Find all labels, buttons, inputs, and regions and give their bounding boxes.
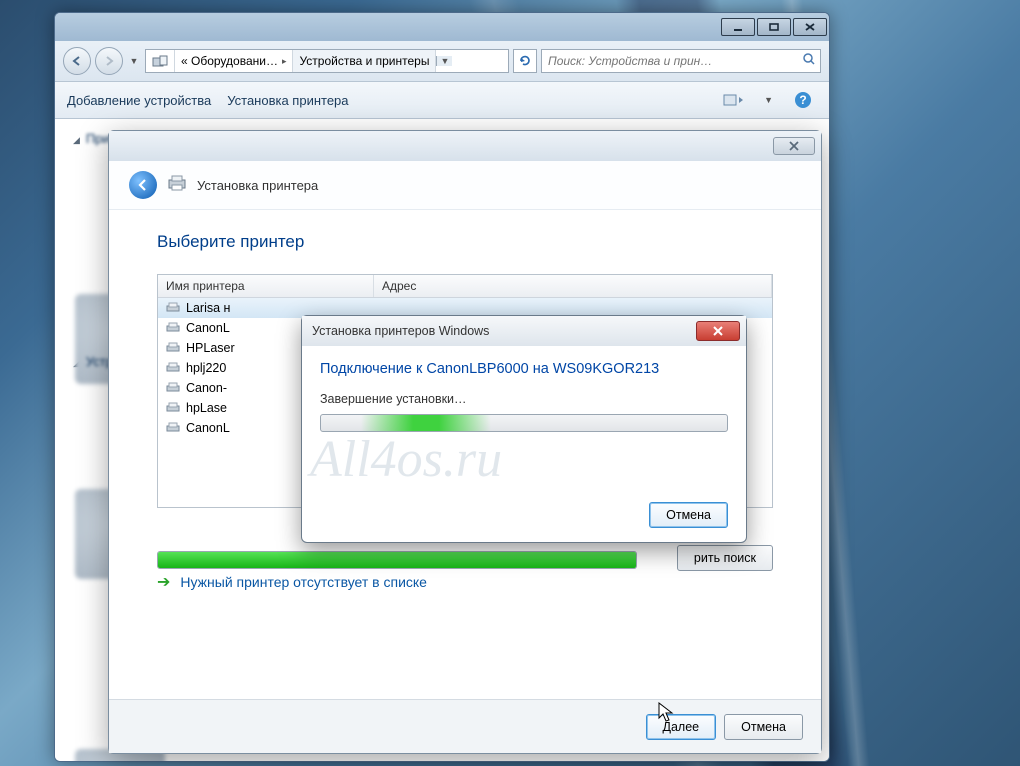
printer-name: CanonL <box>186 321 230 335</box>
link-label: Нужный принтер отсутствует в списке <box>180 574 427 590</box>
nav-back-button[interactable] <box>63 47 91 75</box>
breadcrumb-seg-2[interactable]: Устройства и принтеры <box>293 50 436 72</box>
printer-name: CanonL <box>186 421 230 435</box>
dialog-close-button[interactable] <box>696 321 740 341</box>
wizard-heading: Выберите принтер <box>157 232 773 252</box>
wizard-close-button[interactable] <box>773 137 815 155</box>
dialog-title: Установка принтеров Windows <box>312 324 696 338</box>
cancel-button[interactable]: Отмена <box>724 714 803 740</box>
printer-icon <box>167 174 187 197</box>
help-button[interactable]: ? <box>789 90 817 110</box>
printer-name: hpLase <box>186 401 227 415</box>
install-progress-dialog: Установка принтеров Windows Подключение … <box>301 315 747 543</box>
printer-name: HPLaser <box>186 341 235 355</box>
dialog-progress-bar <box>320 414 728 432</box>
button-label: рить поиск <box>694 551 756 565</box>
breadcrumb-dropdown[interactable]: ▼ <box>436 56 452 66</box>
breadcrumb-seg-1[interactable]: « Оборудовани…▸ <box>175 50 293 72</box>
minimize-button[interactable] <box>721 18 755 36</box>
search-progress-bar <box>157 551 637 569</box>
printer-name: Larisa н <box>186 301 230 315</box>
maximize-button[interactable] <box>757 18 791 36</box>
printer-small-icon <box>166 401 180 415</box>
button-label: Далее <box>663 720 700 734</box>
column-header-name[interactable]: Имя принтера <box>158 275 374 297</box>
wizard-titlebar[interactable] <box>109 131 821 161</box>
close-button[interactable] <box>793 18 827 36</box>
nav-forward-button[interactable] <box>95 47 123 75</box>
button-label: Отмена <box>666 508 711 522</box>
printer-small-icon <box>166 301 180 315</box>
nav-history-dropdown[interactable]: ▼ <box>127 47 141 75</box>
printer-not-listed-link[interactable]: ➔ Нужный принтер отсутствует в списке <box>157 572 773 592</box>
search-box[interactable] <box>541 49 821 73</box>
toolbar-add-device[interactable]: Добавление устройства <box>67 93 211 108</box>
printer-small-icon <box>166 341 180 355</box>
wizard-title: Установка принтера <box>197 178 318 193</box>
printer-small-icon <box>166 361 180 375</box>
refresh-button[interactable] <box>513 49 537 73</box>
next-button[interactable]: Далее <box>646 714 717 740</box>
view-options-button[interactable] <box>720 90 748 110</box>
breadcrumb: « Оборудовани…▸ Устройства и принтеры ▼ <box>145 49 509 73</box>
svg-text:?: ? <box>799 93 806 107</box>
toolbar-add-printer[interactable]: Установка принтера <box>227 93 348 108</box>
breadcrumb-label: « Оборудовани… <box>181 54 278 68</box>
breadcrumb-label: Устройства и принтеры <box>299 54 429 68</box>
printer-small-icon <box>166 421 180 435</box>
dialog-status: Завершение установки… <box>320 392 728 406</box>
column-header-address[interactable]: Адрес <box>374 275 772 297</box>
button-label: Отмена <box>741 720 786 734</box>
search-input[interactable] <box>546 53 802 69</box>
printer-small-icon <box>166 381 180 395</box>
dialog-titlebar[interactable]: Установка принтеров Windows <box>302 316 746 346</box>
dialog-heading: Подключение к CanonLBP6000 на WS09KGOR21… <box>320 360 728 380</box>
printer-name: Canon- <box>186 381 227 395</box>
dialog-cancel-button[interactable]: Отмена <box>649 502 728 528</box>
arrow-right-icon: ➔ <box>157 572 170 592</box>
wizard-back-button[interactable] <box>129 171 157 199</box>
search-icon <box>802 52 816 71</box>
printer-name: hplj220 <box>186 361 226 375</box>
explorer-titlebar[interactable] <box>55 13 829 41</box>
view-dropdown[interactable]: ▼ <box>764 95 773 105</box>
search-again-button[interactable]: рить поиск <box>677 545 773 571</box>
breadcrumb-icon[interactable] <box>146 50 175 72</box>
printer-small-icon <box>166 321 180 335</box>
